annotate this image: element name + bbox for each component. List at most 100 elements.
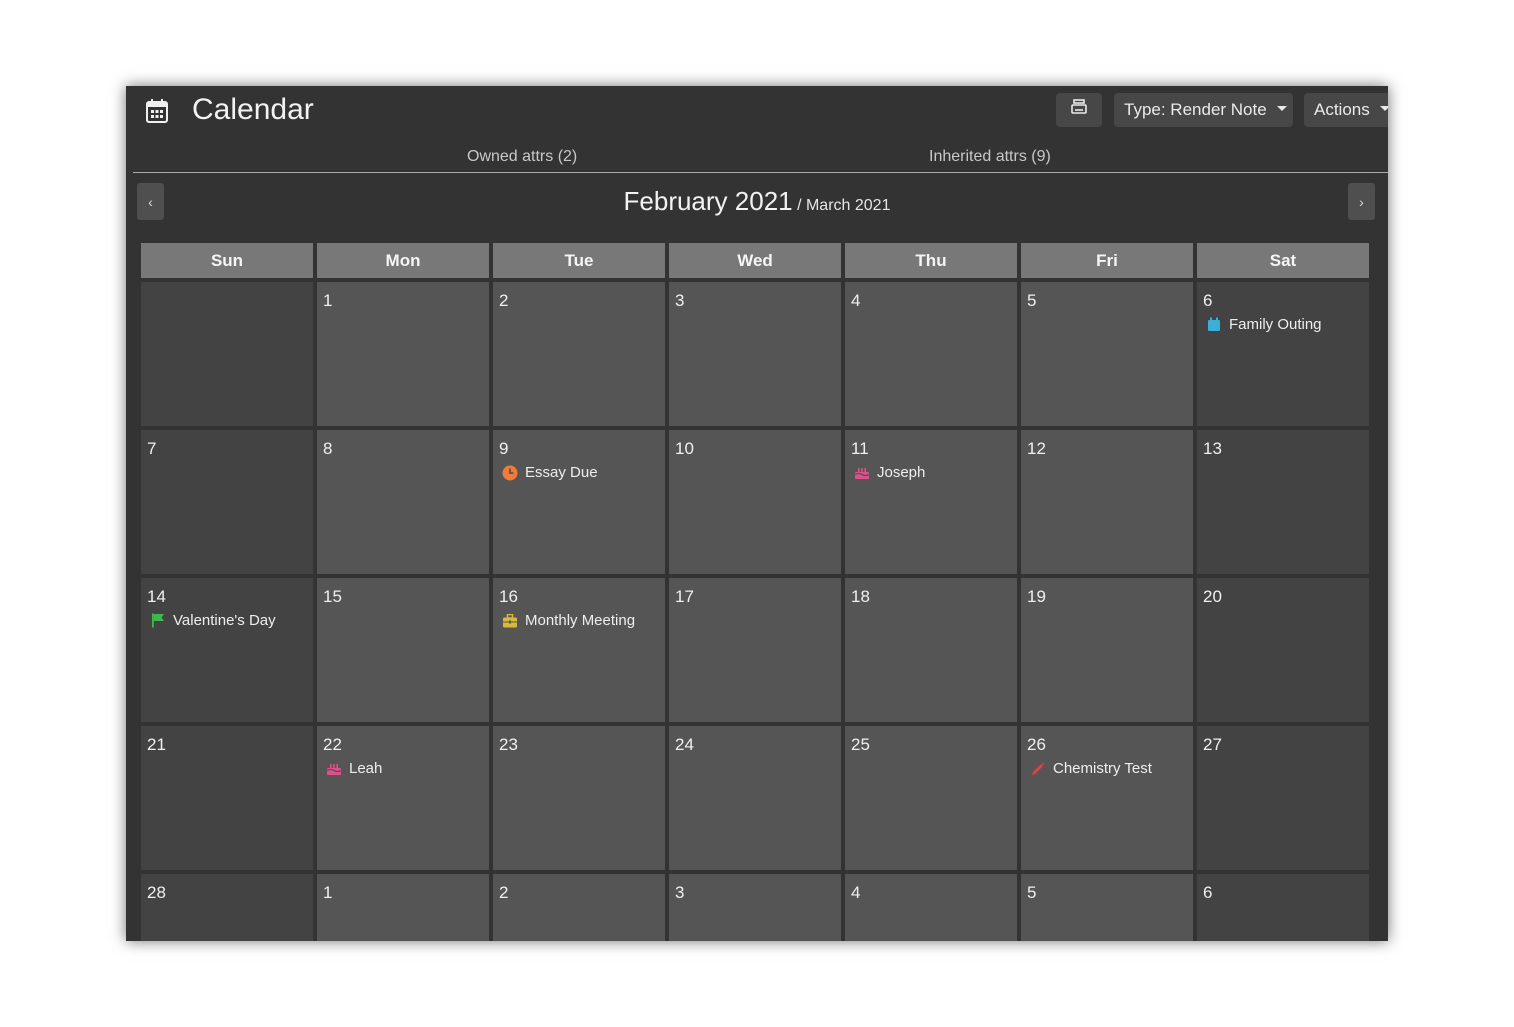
day-number: 1 — [323, 291, 333, 310]
day-cell[interactable]: 19 — [1021, 578, 1193, 722]
calendar-icon — [1206, 317, 1222, 333]
day-cell[interactable]: 15 — [317, 578, 489, 722]
day-cell[interactable]: 8 — [317, 430, 489, 574]
tab-inherited-attrs[interactable]: Inherited attrs (9) — [929, 148, 1051, 166]
day-number: 22 — [323, 735, 342, 754]
day-cell[interactable]: 14 Valentine's Day — [141, 578, 313, 722]
next-month-hint: / March 2021 — [797, 197, 891, 214]
day-number: 10 — [675, 439, 694, 458]
calendar-event[interactable]: Monthly Meeting — [502, 612, 635, 629]
day-cell[interactable]: 28 — [141, 874, 313, 941]
calendar-event[interactable]: Chemistry Test — [1030, 760, 1152, 777]
day-number: 18 — [851, 587, 870, 606]
day-cell[interactable]: 2 — [493, 282, 665, 426]
day-cell[interactable]: 16 Monthly Meeting — [493, 578, 665, 722]
day-cell[interactable]: 7 — [141, 430, 313, 574]
title-bar: Calendar Type: Render Note Actions — [126, 86, 1388, 136]
day-cell[interactable]: 13 — [1197, 430, 1369, 574]
calendar-event[interactable]: Family Outing — [1206, 316, 1322, 333]
calendar-event[interactable]: Essay Due — [502, 464, 598, 481]
current-month: February 2021 — [623, 186, 793, 216]
calendar-week-row: 1 2 3 4 5 6 Family Outing — [141, 282, 1370, 426]
flag-icon — [150, 613, 166, 629]
cake-icon — [326, 761, 342, 777]
day-number: 6 — [1203, 291, 1213, 310]
day-number: 24 — [675, 735, 694, 754]
day-number: 11 — [851, 439, 869, 458]
page-title: Calendar — [192, 93, 314, 126]
day-cell[interactable]: 24 — [669, 726, 841, 870]
day-number: 3 — [675, 883, 685, 902]
day-cell[interactable]: 21 — [141, 726, 313, 870]
event-label: Valentine's Day — [173, 612, 276, 629]
note-type-dropdown[interactable]: Type: Render Note — [1114, 93, 1293, 127]
day-cell[interactable]: 11 Joseph — [845, 430, 1017, 574]
day-number: 7 — [147, 439, 157, 458]
day-number: 21 — [147, 735, 166, 754]
weekday-header: Fri — [1021, 243, 1193, 278]
calendar-week-row: 21 22 Leah 23 24 25 26 Chemistry Test 27 — [141, 726, 1370, 870]
clock-icon — [502, 465, 518, 481]
weekday-header-row: Sun Mon Tue Wed Thu Fri Sat — [141, 243, 1370, 278]
day-cell[interactable]: 22 Leah — [317, 726, 489, 870]
day-cell[interactable]: 9 Essay Due — [493, 430, 665, 574]
day-number: 28 — [147, 883, 166, 902]
day-cell[interactable]: 23 — [493, 726, 665, 870]
day-number: 15 — [323, 587, 342, 606]
next-month-button[interactable]: › — [1348, 183, 1375, 220]
day-number: 19 — [1027, 587, 1046, 606]
day-number: 23 — [499, 735, 518, 754]
caret-down-icon — [1276, 106, 1287, 111]
day-cell[interactable]: 5 — [1021, 874, 1193, 941]
caret-down-icon — [1379, 106, 1388, 111]
calendar-window: Calendar Type: Render Note Actions Owned… — [126, 86, 1388, 941]
day-cell[interactable]: 6 Family Outing — [1197, 282, 1369, 426]
event-label: Joseph — [877, 464, 926, 481]
day-number: 25 — [851, 735, 870, 754]
day-number: 4 — [851, 883, 861, 902]
calendar-week-row: 7 8 9 Essay Due 10 11 Joseph 12 13 — [141, 430, 1370, 574]
day-cell[interactable]: 12 — [1021, 430, 1193, 574]
day-number: 4 — [851, 291, 861, 310]
day-cell[interactable]: 3 — [669, 282, 841, 426]
day-number: 6 — [1203, 883, 1213, 902]
day-cell[interactable]: 4 — [845, 874, 1017, 941]
calendar-event[interactable]: Valentine's Day — [150, 612, 276, 629]
day-cell[interactable]: 4 — [845, 282, 1017, 426]
attribute-tabs: Owned attrs (2) Inherited attrs (9) — [133, 142, 1388, 173]
day-cell[interactable]: 26 Chemistry Test — [1021, 726, 1193, 870]
day-number: 12 — [1027, 439, 1046, 458]
calendar-event[interactable]: Joseph — [854, 464, 925, 481]
day-cell[interactable]: 1 — [317, 282, 489, 426]
day-cell[interactable]: 1 — [317, 874, 489, 941]
day-number: 26 — [1027, 735, 1046, 754]
cake-icon — [854, 465, 870, 481]
day-number: 20 — [1203, 587, 1222, 606]
day-number: 13 — [1203, 439, 1222, 458]
day-cell[interactable]: 27 — [1197, 726, 1369, 870]
pencil-icon — [1030, 761, 1046, 777]
day-cell[interactable]: 2 — [493, 874, 665, 941]
day-cell[interactable]: 17 — [669, 578, 841, 722]
day-number: 2 — [499, 883, 509, 902]
day-number: 5 — [1027, 291, 1037, 310]
calendar-weeks: 1 2 3 4 5 6 Family Outing 7 8 9 Essay Due 10 11 Josep… — [141, 282, 1370, 941]
printer-icon — [1070, 98, 1088, 122]
day-cell[interactable]: 10 — [669, 430, 841, 574]
day-cell[interactable]: 5 — [1021, 282, 1193, 426]
weekday-header: Tue — [493, 243, 665, 278]
event-label: Leah — [349, 760, 383, 777]
day-cell[interactable]: 3 — [669, 874, 841, 941]
calendar-event[interactable]: Leah — [326, 760, 382, 777]
day-number: 16 — [499, 587, 518, 606]
briefcase-icon — [502, 613, 518, 629]
day-cell[interactable] — [141, 282, 313, 426]
weekday-header: Wed — [669, 243, 841, 278]
actions-dropdown[interactable]: Actions — [1304, 93, 1388, 127]
day-cell[interactable]: 6 — [1197, 874, 1369, 941]
day-cell[interactable]: 20 — [1197, 578, 1369, 722]
day-cell[interactable]: 18 — [845, 578, 1017, 722]
print-button[interactable] — [1056, 93, 1102, 127]
day-cell[interactable]: 25 — [845, 726, 1017, 870]
tab-owned-attrs[interactable]: Owned attrs (2) — [467, 148, 577, 166]
